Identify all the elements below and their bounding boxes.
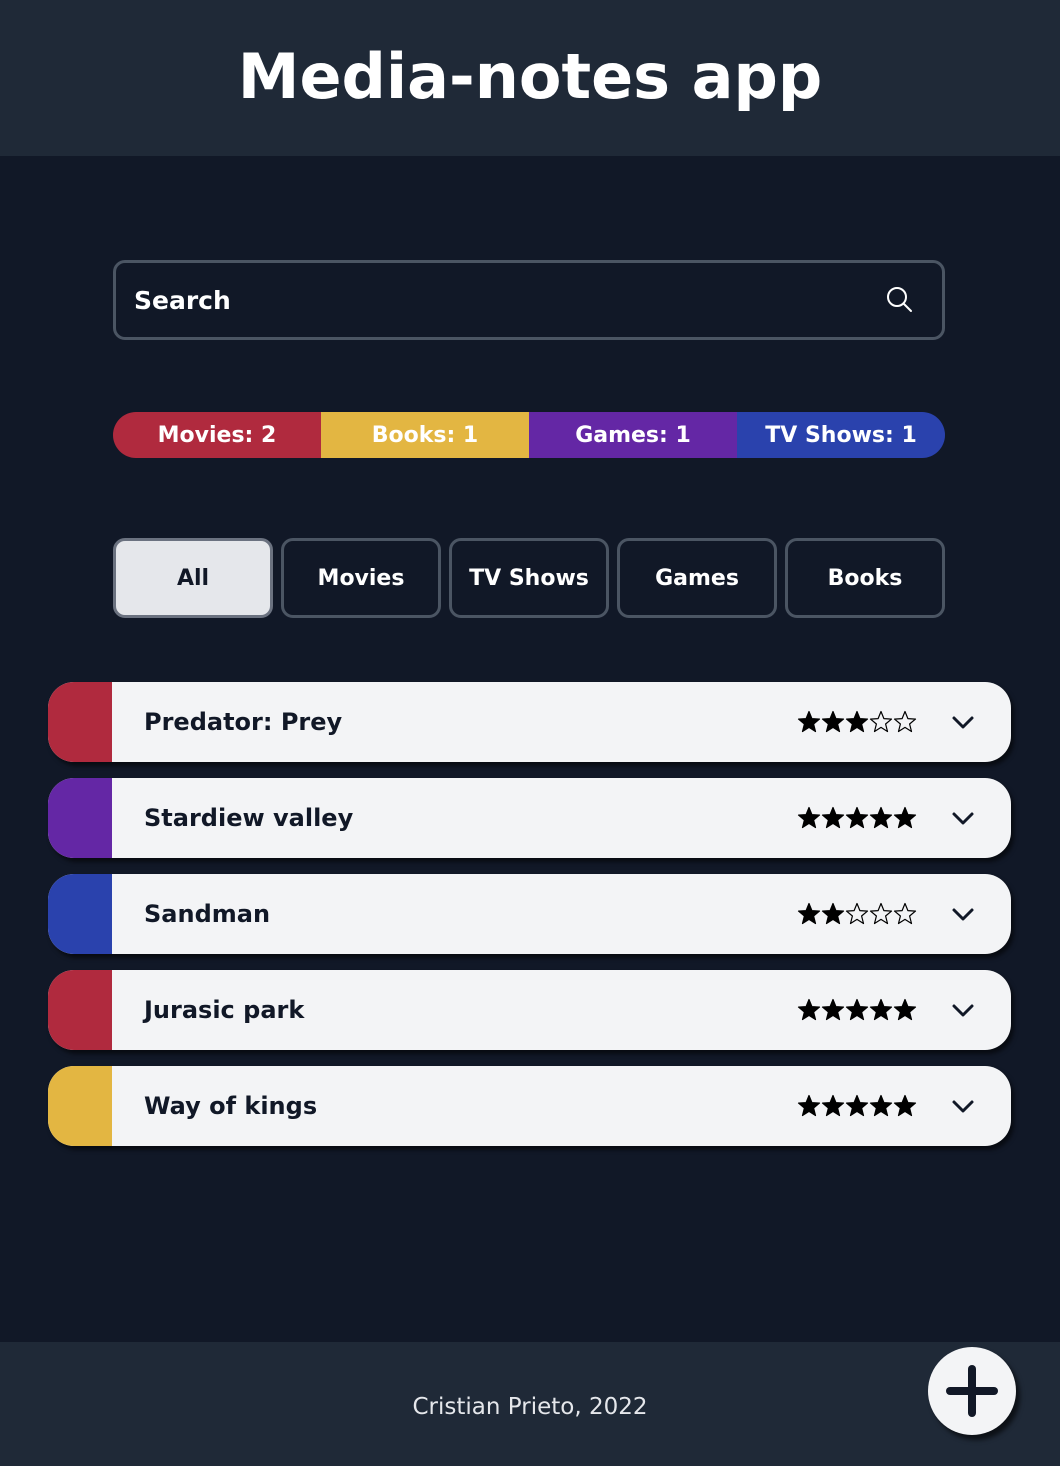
star-filled-icon[interactable] — [797, 710, 821, 734]
star-rating — [797, 806, 917, 830]
star-filled-icon[interactable] — [845, 1094, 869, 1118]
category-stats-bar: Movies: 2 Books: 1 Games: 1 TV Shows: 1 — [113, 412, 945, 458]
stat-books: Books: 1 — [321, 412, 529, 458]
filter-tv-shows-button[interactable]: TV Shows — [449, 538, 609, 618]
search-icon[interactable] — [884, 285, 914, 315]
star-filled-icon[interactable] — [797, 806, 821, 830]
star-filled-icon[interactable] — [821, 710, 845, 734]
media-item[interactable]: Stardiew valley — [48, 778, 1011, 858]
star-filled-icon[interactable] — [893, 806, 917, 830]
star-filled-icon[interactable] — [797, 902, 821, 926]
search-input[interactable] — [134, 285, 884, 315]
star-filled-icon[interactable] — [821, 806, 845, 830]
filter-books-button[interactable]: Books — [785, 538, 945, 618]
star-filled-icon[interactable] — [845, 998, 869, 1022]
media-title: Stardiew valley — [144, 804, 354, 832]
category-color-strip — [48, 970, 112, 1050]
filter-games-button[interactable]: Games — [617, 538, 777, 618]
star-rating — [797, 902, 917, 926]
star-filled-icon[interactable] — [821, 902, 845, 926]
star-filled-icon[interactable] — [845, 806, 869, 830]
chevron-down-icon[interactable] — [951, 806, 975, 830]
chevron-down-icon[interactable] — [951, 710, 975, 734]
star-rating — [797, 1094, 917, 1118]
star-filled-icon[interactable] — [869, 806, 893, 830]
search-bar[interactable] — [113, 260, 945, 340]
star-empty-icon[interactable] — [845, 902, 869, 926]
filter-all-button[interactable]: All — [113, 538, 273, 618]
media-item[interactable]: Predator: Prey — [48, 682, 1011, 762]
media-item[interactable]: Way of kings — [48, 1066, 1011, 1146]
star-rating — [797, 998, 917, 1022]
star-filled-icon[interactable] — [821, 1094, 845, 1118]
filter-movies-button[interactable]: Movies — [281, 538, 441, 618]
stat-tv-shows: TV Shows: 1 — [737, 412, 945, 458]
star-filled-icon[interactable] — [893, 1094, 917, 1118]
chevron-down-icon[interactable] — [951, 1094, 975, 1118]
chevron-down-icon[interactable] — [951, 902, 975, 926]
filter-tabs: All Movies TV Shows Games Books — [113, 538, 945, 618]
stat-movies: Movies: 2 — [113, 412, 321, 458]
media-title: Jurasic park — [144, 996, 305, 1024]
page-title: Media-notes app — [237, 39, 823, 113]
star-empty-icon[interactable] — [869, 710, 893, 734]
star-filled-icon[interactable] — [797, 1094, 821, 1118]
media-item[interactable]: Sandman — [48, 874, 1011, 954]
star-filled-icon[interactable] — [821, 998, 845, 1022]
category-color-strip — [48, 874, 112, 954]
category-color-strip — [48, 1066, 112, 1146]
star-filled-icon[interactable] — [797, 998, 821, 1022]
media-title: Predator: Prey — [144, 708, 343, 736]
app-footer: Cristian Prieto, 2022 — [0, 1342, 1060, 1466]
plus-icon — [946, 1365, 998, 1417]
add-item-button[interactable] — [928, 1347, 1016, 1435]
media-item[interactable]: Jurasic park — [48, 970, 1011, 1050]
star-empty-icon[interactable] — [869, 902, 893, 926]
stat-games: Games: 1 — [529, 412, 737, 458]
star-filled-icon[interactable] — [893, 998, 917, 1022]
media-title: Sandman — [144, 900, 271, 928]
star-empty-icon[interactable] — [893, 710, 917, 734]
app-header: Media-notes app — [0, 0, 1060, 156]
star-rating — [797, 710, 917, 734]
star-filled-icon[interactable] — [869, 998, 893, 1022]
star-filled-icon[interactable] — [869, 1094, 893, 1118]
star-empty-icon[interactable] — [893, 902, 917, 926]
category-color-strip — [48, 778, 112, 858]
star-filled-icon[interactable] — [845, 710, 869, 734]
media-list: Predator: Prey Stardiew valley Sandman J… — [48, 682, 1011, 1146]
chevron-down-icon[interactable] — [951, 998, 975, 1022]
footer-credit: Cristian Prieto, 2022 — [412, 1394, 648, 1420]
category-color-strip — [48, 682, 112, 762]
media-title: Way of kings — [144, 1092, 318, 1120]
